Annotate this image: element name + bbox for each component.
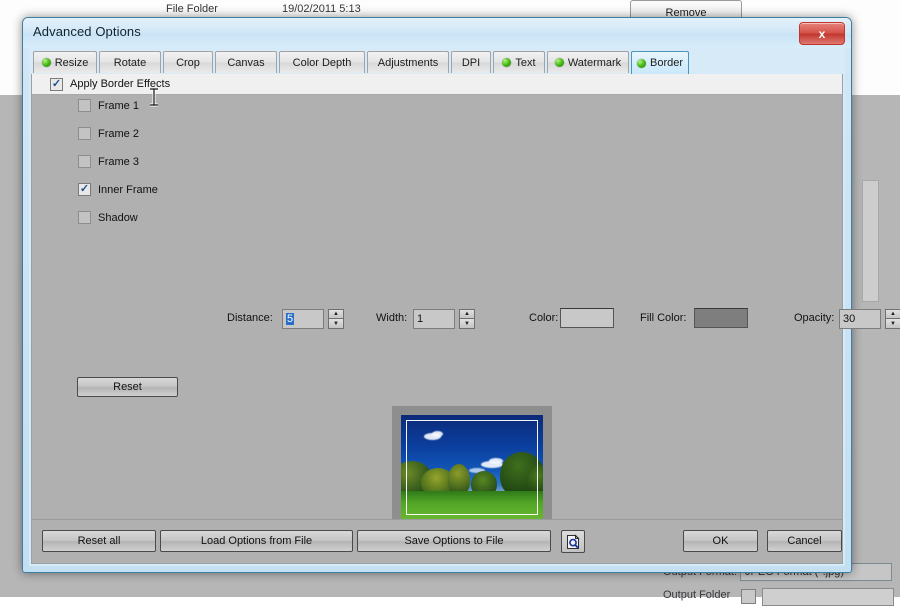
- distance-spin-up-icon[interactable]: ▲: [328, 309, 344, 319]
- output-folder-input[interactable]: [762, 588, 894, 606]
- save-options-button[interactable]: Save Options to File: [357, 530, 551, 552]
- color-swatch[interactable]: [560, 308, 614, 328]
- option-label: Frame 2: [98, 128, 139, 140]
- dialog-client-area: Resize Rotate Crop Canvas Color Depth Adjustm…: [29, 48, 845, 566]
- status-dot-icon: [42, 58, 51, 67]
- load-options-button[interactable]: Load Options from File: [160, 530, 353, 552]
- opacity-spin-down-icon[interactable]: ▼: [885, 319, 900, 329]
- ok-button[interactable]: OK: [683, 530, 758, 552]
- option-row-shadow[interactable]: Shadow: [78, 211, 138, 224]
- tab-resize[interactable]: Resize: [33, 51, 97, 73]
- close-icon[interactable]: x: [799, 22, 845, 45]
- opacity-value: 30: [843, 313, 855, 325]
- tab-label: Canvas: [227, 57, 264, 69]
- tab-adjustments[interactable]: Adjustments: [367, 51, 449, 73]
- option-label: Shadow: [98, 212, 138, 224]
- status-dot-icon: [555, 58, 564, 67]
- border-options-body: Frame 1Frame 2Frame 3✓Inner FrameShadow …: [32, 95, 842, 520]
- option-row-frame-3[interactable]: Frame 3: [78, 155, 139, 168]
- width-label: Width:: [376, 312, 407, 324]
- opacity-label: Opacity:: [794, 312, 834, 324]
- checkbox-frame-1[interactable]: [78, 99, 91, 112]
- distance-label: Distance:: [227, 312, 273, 324]
- apply-border-effects-checkbox[interactable]: ✓: [50, 78, 63, 91]
- opacity-stepper[interactable]: 30 ▲ ▼: [839, 309, 900, 329]
- dialog-title: Advanced Options: [33, 24, 141, 39]
- check-icon: ✓: [80, 184, 89, 195]
- width-spin-down-icon[interactable]: ▼: [459, 319, 475, 329]
- status-dot-icon: [637, 59, 646, 68]
- dialog-titlebar[interactable]: Advanced Options x: [23, 18, 851, 48]
- tab-label: Crop: [176, 57, 200, 69]
- tab-label: Rotate: [114, 57, 146, 69]
- option-label: Inner Frame: [98, 184, 158, 196]
- tab-rotate[interactable]: Rotate: [99, 51, 161, 73]
- fill-color-label: Fill Color:: [640, 312, 686, 324]
- option-label: Frame 3: [98, 156, 139, 168]
- dialog-footer: Reset all Load Options from File Save Op…: [32, 519, 842, 563]
- tab-label: Adjustments: [378, 57, 439, 69]
- width-spin-up-icon[interactable]: ▲: [459, 309, 475, 319]
- background-file-folder-text: File Folder: [166, 3, 218, 15]
- border-tab-panel: ✓ Apply Border Effects Frame 1 Frame 2 Fra…: [31, 74, 843, 564]
- tab-crop[interactable]: Crop: [163, 51, 213, 73]
- advanced-options-dialog: Advanced Options x Resize Rotate Crop Canva…: [22, 17, 852, 573]
- tab-label: Text: [515, 57, 535, 69]
- inner-frame-preview-line: [406, 420, 538, 515]
- reset-all-button[interactable]: Reset all: [42, 530, 156, 552]
- tab-color-depth[interactable]: Color Depth: [279, 51, 365, 73]
- width-stepper[interactable]: 1 ▲ ▼: [413, 309, 475, 329]
- border-preview-thumbnail: [392, 406, 552, 531]
- opacity-spin-buttons[interactable]: ▲ ▼: [885, 309, 900, 329]
- apply-border-effects-label: Apply Border Effects: [70, 78, 170, 90]
- background-scrollbar[interactable]: [862, 180, 879, 302]
- width-spin-buttons[interactable]: ▲ ▼: [459, 309, 475, 329]
- option-row-frame-1[interactable]: Frame 1: [78, 99, 139, 112]
- distance-stepper[interactable]: 5 ▲ ▼: [282, 309, 344, 329]
- reset-button[interactable]: Reset: [77, 377, 178, 397]
- checkbox-frame-2[interactable]: [78, 127, 91, 140]
- opacity-spin-up-icon[interactable]: ▲: [885, 309, 900, 319]
- option-row-inner-frame[interactable]: ✓ Inner Frame: [78, 183, 158, 196]
- tab-border[interactable]: Border: [631, 51, 689, 74]
- option-row-frame-2[interactable]: Frame 2: [78, 127, 139, 140]
- tab-label: Watermark: [568, 57, 621, 69]
- fill-color-swatch[interactable]: [694, 308, 748, 328]
- checkbox-inner-frame[interactable]: ✓: [78, 183, 91, 196]
- tab-label: Border: [650, 57, 683, 69]
- tab-canvas[interactable]: Canvas: [215, 51, 277, 73]
- checkbox-frame-3[interactable]: [78, 155, 91, 168]
- distance-spin-buttons[interactable]: ▲ ▼: [328, 309, 344, 329]
- distance-value: 5: [286, 313, 294, 325]
- tab-text[interactable]: Text: [493, 51, 545, 73]
- opacity-input[interactable]: 30: [839, 309, 881, 329]
- apply-border-effects-row[interactable]: ✓ Apply Border Effects: [32, 74, 842, 95]
- width-value: 1: [417, 313, 423, 325]
- tab-label: Color Depth: [293, 57, 352, 69]
- preview-photo: [401, 415, 543, 520]
- color-label: Color:: [529, 312, 558, 324]
- tab-strip: Resize Rotate Crop Canvas Color Depth Adjustm…: [31, 51, 843, 75]
- output-folder-label: Output Folder: [663, 589, 730, 601]
- distance-spin-down-icon[interactable]: ▼: [328, 319, 344, 329]
- width-input[interactable]: 1: [413, 309, 455, 329]
- tab-dpi[interactable]: DPI: [451, 51, 491, 73]
- status-dot-icon: [502, 58, 511, 67]
- option-label: Frame 1: [98, 100, 139, 112]
- distance-input[interactable]: 5: [282, 309, 324, 329]
- background-date-text: 19/02/2011 5:13: [282, 3, 361, 15]
- tab-label: Resize: [55, 57, 89, 69]
- checkbox-shadow[interactable]: [78, 211, 91, 224]
- tab-label: DPI: [462, 57, 480, 69]
- preview-magnifier-icon[interactable]: [561, 530, 585, 553]
- tab-watermark[interactable]: Watermark: [547, 51, 629, 73]
- cancel-button[interactable]: Cancel: [767, 530, 842, 552]
